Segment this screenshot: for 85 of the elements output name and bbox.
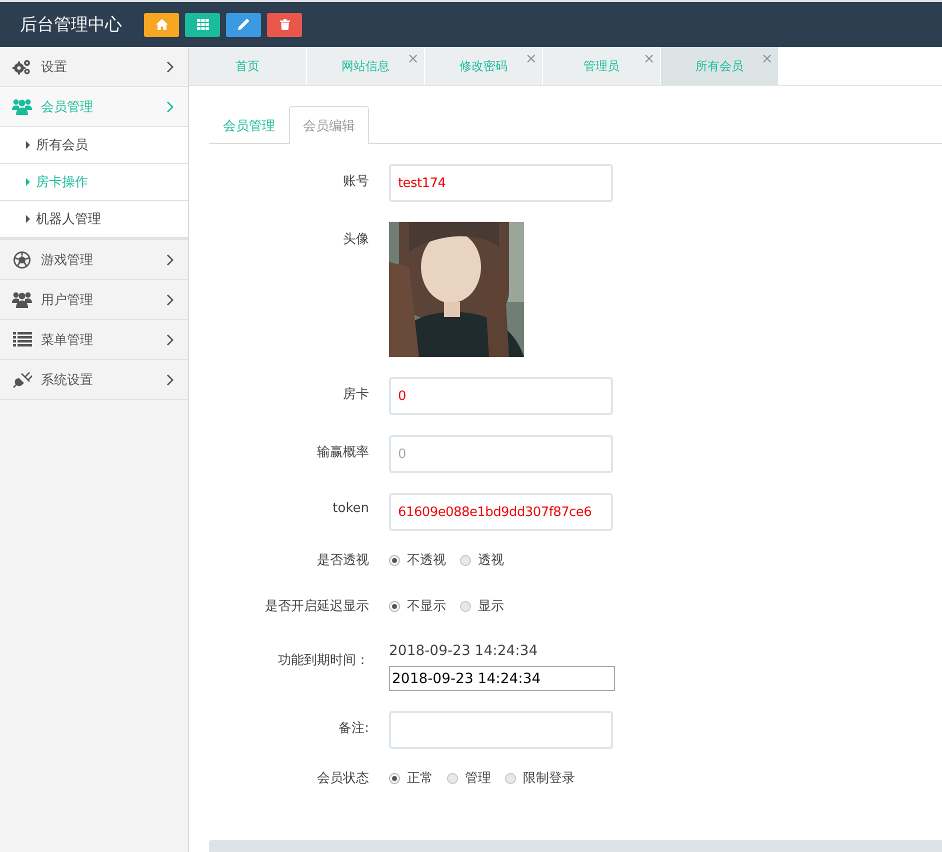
option-label: 管理 (465, 770, 491, 787)
radio-option[interactable]: 透视 (460, 551, 504, 569)
option-label: 透视 (478, 552, 504, 569)
users-icon (12, 98, 32, 115)
field-label: 功能到期时间： (277, 652, 369, 670)
page-tab[interactable]: 修改密码 × (425, 47, 543, 85)
option-label: 显示 (478, 598, 504, 615)
radio-option[interactable]: 不透视 (389, 551, 446, 569)
input-field[interactable] (389, 711, 613, 749)
radio-option[interactable]: 管理 (447, 769, 491, 787)
chevron-right-icon (166, 254, 174, 266)
content-tab[interactable]: 会员管理 (209, 106, 289, 144)
tab-label: 管理员 (584, 58, 620, 74)
caret-icon (26, 215, 30, 223)
field-label: 是否透视 (316, 552, 369, 569)
sidebar-item[interactable]: 系统设置 (0, 360, 188, 400)
app-title: 后台管理中心 (20, 14, 122, 36)
plug-icon (12, 370, 32, 389)
ball-icon (13, 250, 31, 268)
option-label: 不显示 (407, 598, 446, 615)
radio-button[interactable] (505, 772, 516, 784)
grid-button[interactable] (185, 12, 220, 36)
sidebar-item[interactable]: 菜单管理 (0, 320, 188, 360)
close-button[interactable]: × (761, 52, 773, 66)
radio-option[interactable]: 限制登录 (505, 769, 575, 787)
tab-label: 修改密码 (460, 58, 508, 74)
tab-label: 网站信息 (342, 58, 390, 74)
chevron-right-icon (166, 100, 174, 112)
gears-icon (12, 58, 32, 74)
radio-option[interactable]: 显示 (460, 597, 504, 615)
page-tab[interactable]: 网站信息 × (307, 47, 425, 85)
radio-button[interactable] (389, 772, 400, 784)
radio-button[interactable] (389, 600, 400, 612)
radio-option[interactable]: 正常 (389, 769, 433, 787)
chevron-right-icon (166, 334, 174, 346)
radio-button[interactable] (389, 554, 400, 566)
caret-icon (26, 178, 30, 186)
trash-button[interactable] (267, 12, 302, 36)
content-tab[interactable]: 会员编辑 (289, 106, 369, 144)
list-icon (12, 332, 32, 347)
input-field[interactable]: 0 (389, 435, 613, 473)
field-label: 备注: (338, 720, 369, 738)
radio-button[interactable] (447, 772, 458, 784)
option-label: 不透视 (407, 552, 446, 569)
close-button[interactable]: × (643, 52, 655, 66)
field-label: 房卡 (342, 386, 369, 404)
option-label: 正常 (407, 770, 433, 787)
input-field[interactable]: test174 (389, 164, 613, 202)
submenu-item[interactable]: 房卡操作 (0, 164, 188, 201)
submenu-item[interactable]: 所有会员 (0, 127, 188, 164)
caret-icon (26, 141, 30, 149)
radio-option[interactable]: 不显示 (389, 597, 446, 615)
submenu-item[interactable]: 机器人管理 (0, 201, 188, 238)
option-label: 限制登录 (523, 770, 575, 787)
radio-button[interactable] (460, 600, 471, 612)
close-button[interactable]: × (407, 52, 419, 66)
field-label: 输赢概率 (316, 444, 369, 462)
sidebar-item[interactable]: 用户管理 (0, 280, 188, 320)
field-label: 是否开启延迟显示 (264, 598, 369, 615)
input-field[interactable]: 61609e088e1bd9dd307f87ce6 (389, 493, 613, 531)
tab-label: 首页 (236, 58, 260, 74)
chevron-right-icon (166, 294, 174, 306)
input-field[interactable]: 0 (389, 377, 613, 415)
chevron-right-icon (166, 374, 174, 386)
users-icon (12, 291, 32, 308)
chevron-right-icon (166, 60, 174, 72)
sidebar-item[interactable]: 会员管理 (0, 87, 188, 127)
pencil-button[interactable] (226, 12, 261, 36)
home-icon (156, 19, 168, 30)
field-label: token (332, 500, 369, 518)
date-text: 2018-09-23 14:24:34 (389, 643, 539, 659)
field-label: 头像 (342, 231, 369, 249)
pencil-icon (238, 19, 249, 30)
trash-icon (280, 19, 290, 30)
tab-label: 所有会员 (696, 58, 744, 74)
page-tab[interactable]: 管理员 × (543, 47, 661, 85)
field-label: 账号 (342, 173, 369, 191)
date-field[interactable]: 2018-09-23 14:24:34 (389, 666, 615, 691)
page-tab[interactable]: 所有会员 × (661, 47, 779, 85)
home-button[interactable] (144, 12, 179, 36)
close-button[interactable]: × (525, 52, 537, 66)
sidebar-item[interactable]: 游戏管理 (0, 240, 188, 280)
radio-button[interactable] (460, 554, 471, 566)
grid-icon (196, 19, 208, 30)
field-label: 会员状态 (316, 770, 369, 787)
